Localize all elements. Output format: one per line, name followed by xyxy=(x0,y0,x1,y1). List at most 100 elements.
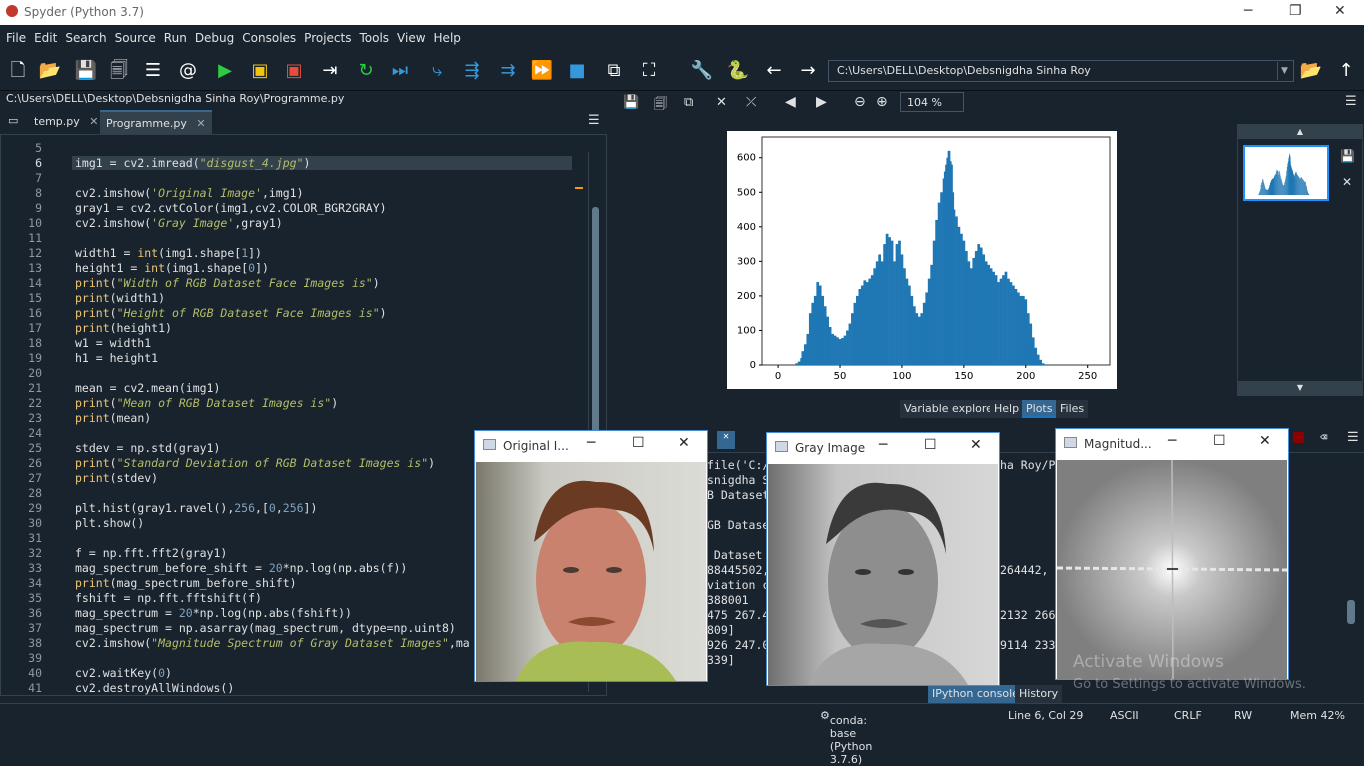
histogram-bar xyxy=(1302,179,1303,195)
histogram-bar xyxy=(1292,170,1293,195)
run-icon[interactable]: ▶ xyxy=(213,60,237,82)
menu-file[interactable]: File xyxy=(0,25,30,45)
zoom-out-icon[interactable]: ⊖ xyxy=(854,94,866,110)
remove-all-plots-icon[interactable]: ⤫ xyxy=(746,95,756,110)
maximize-button[interactable]: ☐ xyxy=(924,437,937,453)
parent-directory-icon[interactable]: ↑ xyxy=(1334,60,1358,82)
histogram-bar xyxy=(1271,180,1272,195)
next-plot-icon[interactable]: ▶ xyxy=(816,94,827,110)
menu-view[interactable]: View xyxy=(393,25,429,45)
histogram-bar xyxy=(871,275,874,365)
gray-image-window[interactable]: Gray Image ─ ☐ ✕ xyxy=(766,432,1000,686)
magnitude-spectrum-window[interactable]: Magnitud... ─ ☐ ✕ xyxy=(1055,428,1289,680)
histogram-bar xyxy=(841,338,844,365)
tab-help[interactable]: Help xyxy=(990,400,1023,418)
histogram-bar xyxy=(920,313,923,365)
menu-run[interactable]: Run xyxy=(160,25,191,45)
run-cell-advance-icon[interactable]: ▣ xyxy=(282,60,306,82)
clear-console-icon[interactable]: ⌫ xyxy=(1320,430,1327,444)
zoom-in-icon[interactable]: ⊕ xyxy=(876,94,888,110)
menu-projects[interactable]: Projects xyxy=(300,25,355,45)
histogram-bar xyxy=(1286,171,1287,195)
editor-options-icon[interactable]: ☰ xyxy=(588,113,600,128)
close-button[interactable]: ✕ xyxy=(1334,3,1346,19)
histogram-bar xyxy=(898,241,901,365)
menu-help[interactable]: Help xyxy=(430,25,465,45)
zoom-field[interactable]: 104 % xyxy=(900,92,964,112)
close-thumbnail-icon[interactable]: ✕ xyxy=(1342,175,1352,189)
previous-plot-icon[interactable]: ◀ xyxy=(785,94,796,110)
console-tab-close-icon[interactable]: ✕ xyxy=(717,431,735,449)
step-return-icon[interactable]: ⇉ xyxy=(496,60,520,82)
tab-plots[interactable]: Plots xyxy=(1022,400,1056,418)
maximize-pane-icon[interactable]: ⧉ xyxy=(602,60,626,82)
at-icon[interactable]: @ xyxy=(176,60,200,82)
run-selection-icon[interactable]: ⇥ xyxy=(318,60,342,82)
histogram-bar xyxy=(873,268,876,365)
close-button[interactable]: ✕ xyxy=(970,437,982,453)
window-app-icon xyxy=(1064,437,1077,448)
close-tab-icon[interactable]: ✕ xyxy=(89,115,98,128)
file-switcher-icon[interactable]: ☰ xyxy=(141,60,165,82)
continue-icon[interactable]: ⏩ xyxy=(530,60,554,82)
minimize-button[interactable]: ─ xyxy=(879,437,887,453)
back-icon[interactable]: ← xyxy=(762,60,786,82)
console-options-icon[interactable]: ☰ xyxy=(1347,430,1359,445)
stop-debug-icon[interactable]: ■ xyxy=(565,60,589,82)
tab-ipython-console[interactable]: IPython console xyxy=(928,685,1023,703)
save-icon[interactable]: 💾 xyxy=(74,60,98,82)
plot-thumbnail[interactable] xyxy=(1243,145,1329,201)
tab-temp[interactable]: temp.py ✕ xyxy=(28,110,105,134)
tab-files[interactable]: Files xyxy=(1056,400,1088,418)
histogram-bar xyxy=(960,234,963,365)
run-cell-icon[interactable]: ▣ xyxy=(248,60,272,82)
python-path-icon[interactable]: 🐍 xyxy=(726,60,750,82)
thumbnail-scroll-down-icon[interactable]: ▼ xyxy=(1238,381,1362,395)
step-icon[interactable]: ⤷ xyxy=(425,60,449,82)
console-scrollbar-thumb[interactable] xyxy=(1347,600,1355,624)
tab-variable-explorer[interactable]: Variable explorer xyxy=(900,400,1001,418)
close-tab-icon[interactable]: ✕ xyxy=(196,117,205,130)
chevron-down-icon[interactable]: ▼ xyxy=(1277,62,1291,80)
working-directory-field[interactable]: C:\Users\DELL\Desktop\Debsnigdha Sinha R… xyxy=(828,60,1294,82)
maximize-button[interactable]: ❐ xyxy=(1289,3,1302,19)
histogram-bar xyxy=(1307,192,1308,195)
original-image-window-title: Original I... xyxy=(503,439,569,453)
browse-folder-icon[interactable]: 📂 xyxy=(1299,60,1323,82)
browse-tabs-icon[interactable]: ▭ xyxy=(8,114,18,127)
new-file-icon[interactable]: 🗋 xyxy=(6,60,30,82)
menu-search[interactable]: Search xyxy=(61,25,110,45)
maximize-button[interactable]: ☐ xyxy=(632,435,645,451)
maximize-button[interactable]: ☐ xyxy=(1213,433,1226,449)
remove-plot-icon[interactable]: ✕ xyxy=(716,95,727,110)
open-file-icon[interactable]: 📂 xyxy=(38,60,62,82)
fullscreen-icon[interactable]: ⛶ xyxy=(637,60,661,82)
debug-icon[interactable]: ⏭ xyxy=(388,60,412,82)
minimize-button[interactable]: ─ xyxy=(1244,3,1252,19)
menu-consoles[interactable]: Consoles xyxy=(238,25,300,45)
interrupt-kernel-icon[interactable] xyxy=(1293,432,1304,443)
tab-programme[interactable]: Programme.py ✕ xyxy=(100,110,212,134)
thumbnail-scroll-up-icon[interactable]: ▲ xyxy=(1238,125,1362,139)
menu-edit[interactable]: Edit xyxy=(30,25,61,45)
save-thumbnail-icon[interactable]: 💾 xyxy=(1340,149,1355,163)
step-into-icon[interactable]: ⇶ xyxy=(460,60,484,82)
preferences-icon[interactable]: 🔧 xyxy=(690,60,714,82)
menu-source[interactable]: Source xyxy=(111,25,160,45)
close-button[interactable]: ✕ xyxy=(1259,433,1271,449)
minimize-button[interactable]: ─ xyxy=(1168,433,1176,449)
close-button[interactable]: ✕ xyxy=(678,435,690,451)
original-image-window[interactable]: Original I... ─ ☐ ✕ xyxy=(474,430,708,682)
copy-plot-icon[interactable]: ⧉ xyxy=(684,95,693,110)
save-plot-icon[interactable]: 💾 xyxy=(623,95,639,110)
rerun-icon[interactable]: ↻ xyxy=(354,60,378,82)
histogram-bar xyxy=(1264,184,1265,195)
minimize-button[interactable]: ─ xyxy=(587,435,595,451)
menu-debug[interactable]: Debug xyxy=(191,25,238,45)
save-all-icon[interactable]: 🗐 xyxy=(107,60,131,82)
forward-icon[interactable]: → xyxy=(796,60,820,82)
menu-tools[interactable]: Tools xyxy=(355,25,393,45)
plots-options-icon[interactable]: ☰ xyxy=(1345,94,1357,109)
save-all-plots-icon[interactable]: 🗐 xyxy=(654,95,667,117)
tab-history[interactable]: History xyxy=(1015,685,1062,703)
